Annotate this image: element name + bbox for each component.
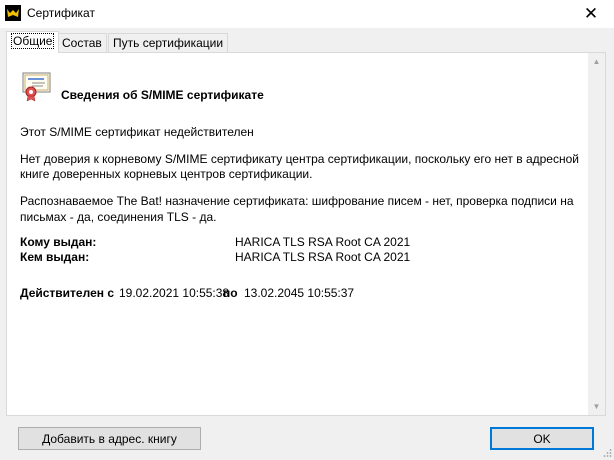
trust-message-line-1: Нет доверия к корневому S/MIME сертифика… [20, 152, 579, 166]
valid-to-label: по [223, 286, 238, 300]
purpose-line-1: Распознаваемое The Bat! назначение серти… [20, 194, 574, 208]
issued-by-value: HARICA TLS RSA Root CA 2021 [235, 250, 411, 264]
window-title: Сертификат [27, 6, 95, 20]
valid-from-label: Действителен с [20, 286, 114, 300]
certificate-heading: Сведения об S/MIME сертификате [61, 88, 264, 102]
certificate-status: Этот S/MIME сертификат недействителен [20, 125, 254, 139]
the-bat-icon [5, 5, 21, 21]
tab-certification-path[interactable]: Путь сертификации [108, 33, 229, 52]
issued-to-value: HARICA TLS RSA Root CA 2021 [235, 235, 411, 249]
valid-to-value: 13.02.2045 10:55:37 [244, 286, 355, 300]
issued-to-label: Кому выдан: [20, 235, 97, 249]
general-panel: Сведения об S/MIME сертификате Этот S/MI… [6, 52, 606, 416]
purpose-line-2: письмах - да, соединения TLS - да. [20, 210, 217, 224]
issued-by-label: Кем выдан: [20, 250, 90, 264]
scroll-down-icon[interactable]: ▼ [588, 398, 605, 415]
close-icon: ✕ [583, 4, 599, 23]
valid-from-value: 19.02.2021 10:55:38 [119, 286, 230, 300]
title-bar: Сертификат ✕ [0, 0, 614, 28]
scroll-up-icon[interactable]: ▲ [588, 53, 605, 70]
ok-button[interactable]: OK [490, 427, 594, 450]
resize-grip-icon[interactable] [602, 448, 612, 458]
close-button[interactable]: ✕ [568, 0, 614, 28]
tab-contents[interactable]: Состав [57, 33, 107, 52]
add-to-addressbook-button[interactable]: Добавить в адрес. книгу [18, 427, 201, 450]
vertical-scrollbar[interactable]: ▲ ▼ [588, 53, 605, 415]
certificate-icon [22, 72, 51, 102]
trust-message-line-2: книге доверенных корневых центров сертиф… [20, 167, 313, 181]
tab-general[interactable]: Общие [6, 31, 60, 53]
